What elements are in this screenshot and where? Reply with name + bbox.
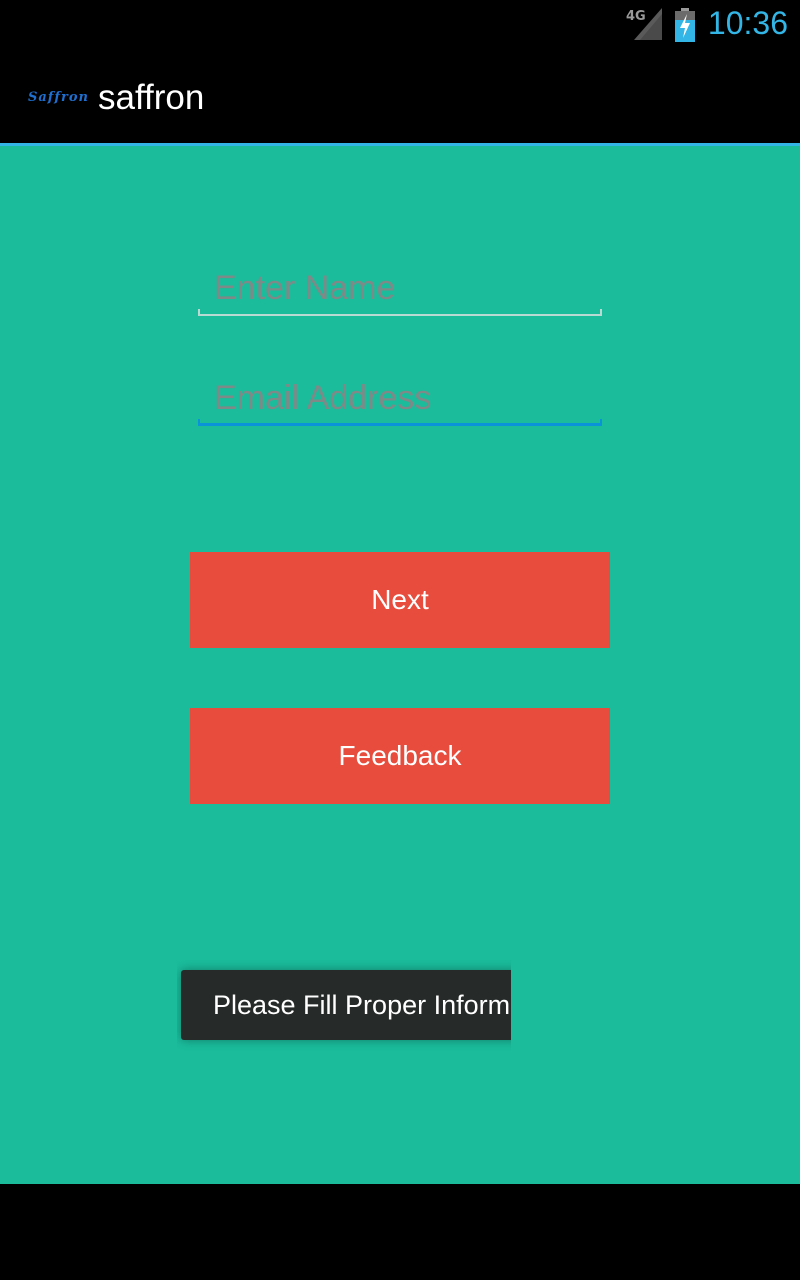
signal-icon (634, 8, 662, 40)
next-button[interactable]: Next (190, 552, 610, 648)
action-bar: Saffron saffron (0, 50, 800, 143)
app-title: saffron (98, 78, 205, 117)
feedback-button[interactable]: Feedback (190, 708, 610, 804)
toast-container: Please Fill Proper Inform (177, 960, 511, 1056)
status-clock: 10:36 (707, 5, 788, 41)
toast-message: Please Fill Proper Inform (181, 970, 511, 1040)
status-bar: 4G 10:36 (0, 0, 800, 50)
app-logo[interactable]: Saffron (28, 90, 89, 105)
email-input[interactable] (198, 370, 602, 426)
name-input[interactable] (198, 260, 602, 316)
email-field-underline (198, 419, 602, 426)
email-field[interactable] (198, 370, 602, 426)
navigation-bar (0, 1184, 800, 1280)
battery-charging-icon (675, 8, 695, 42)
name-field-underline (198, 309, 602, 316)
main-content: Next Feedback Please Fill Proper Inform (0, 146, 800, 1184)
name-field[interactable] (198, 260, 602, 316)
